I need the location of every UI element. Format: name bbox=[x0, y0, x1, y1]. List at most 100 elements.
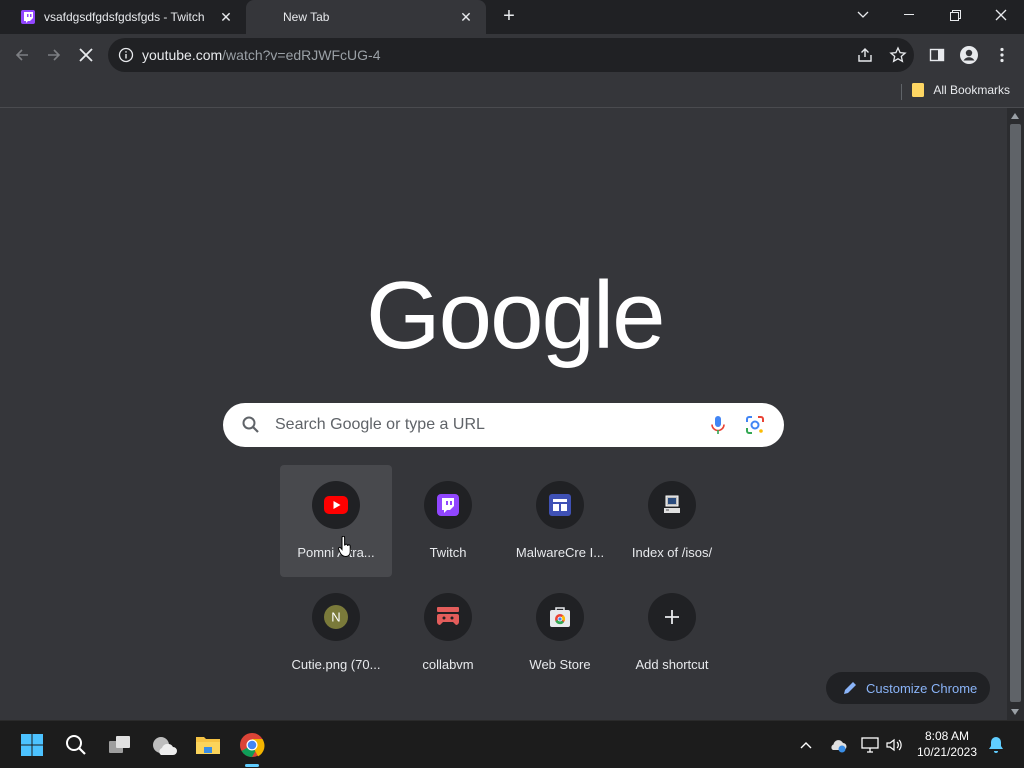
shortcut-tile[interactable]: N Cutie.png (70... bbox=[280, 577, 392, 689]
pencil-icon bbox=[844, 682, 856, 694]
notifications-button[interactable] bbox=[986, 735, 1006, 755]
widgets-button[interactable] bbox=[148, 729, 180, 761]
folder-icon bbox=[912, 83, 925, 97]
shortcut-icon-circle bbox=[648, 593, 696, 641]
bookmark-star-icon[interactable] bbox=[889, 46, 907, 64]
hand-cursor-icon bbox=[338, 536, 351, 558]
start-button[interactable] bbox=[16, 729, 48, 761]
all-bookmarks-label: All Bookmarks bbox=[933, 83, 1010, 97]
shortcut-tile[interactable]: MalwareCre I... bbox=[504, 465, 616, 577]
customize-chrome-button[interactable]: Customize Chrome bbox=[826, 672, 990, 704]
google-lens-icon[interactable] bbox=[744, 414, 766, 436]
search-icon bbox=[66, 735, 86, 755]
share-icon[interactable] bbox=[856, 46, 874, 64]
shortcut-label: Web Store bbox=[529, 657, 591, 672]
search-taskbar-button[interactable] bbox=[60, 729, 92, 761]
collabvm-icon bbox=[437, 607, 459, 625]
plus-icon bbox=[665, 610, 679, 624]
tab-strip: vsafdgsdfgdsfgdsfgds - Twitch ✕ New Tab … bbox=[0, 0, 1024, 34]
scrollbar-thumb[interactable] bbox=[1010, 124, 1021, 702]
onedrive-tray-button[interactable] bbox=[828, 735, 848, 755]
shortcut-icon-circle bbox=[536, 593, 584, 641]
stop-icon bbox=[79, 48, 93, 62]
arrow-left-icon bbox=[15, 49, 28, 61]
file-explorer-button[interactable] bbox=[192, 729, 224, 761]
bookmarks-bar: All Bookmarks bbox=[0, 76, 1024, 108]
shortcut-label: collabvm bbox=[422, 657, 474, 672]
show-hidden-icons-button[interactable] bbox=[796, 735, 816, 755]
address-bar[interactable]: youtube.com/watch?v=edRJWFcUG-4 bbox=[108, 38, 914, 72]
shortcut-icon-circle bbox=[424, 593, 472, 641]
web-store-icon bbox=[550, 607, 570, 627]
restore-button[interactable] bbox=[932, 0, 978, 30]
back-button[interactable] bbox=[8, 41, 36, 69]
cloud-icon bbox=[831, 740, 847, 753]
close-window-button[interactable] bbox=[978, 0, 1024, 30]
shortcut-label: Pomni A tra... bbox=[297, 545, 375, 560]
computer-icon bbox=[664, 495, 680, 513]
scroll-down-icon[interactable] bbox=[1011, 709, 1019, 715]
shortcut-label: Cutie.png (70... bbox=[291, 657, 381, 672]
letter-n-icon: N bbox=[324, 605, 348, 629]
shortcut-icon-circle bbox=[648, 481, 696, 529]
network-tray-button[interactable] bbox=[860, 735, 880, 755]
search-input[interactable] bbox=[275, 413, 695, 437]
side-panel-icon bbox=[929, 48, 945, 62]
shortcut-tile[interactable]: Pomni A tra... bbox=[280, 465, 392, 577]
shortcut-tile[interactable]: Web Store bbox=[504, 577, 616, 689]
menu-button[interactable] bbox=[991, 44, 1013, 66]
forward-button[interactable] bbox=[40, 41, 68, 69]
clock[interactable]: 8:08 AM 10/21/2023 bbox=[912, 728, 982, 760]
shortcut-label: Index of /isos/ bbox=[631, 545, 713, 560]
new-tab-button[interactable]: + bbox=[498, 6, 520, 28]
chevron-up-icon bbox=[800, 742, 812, 749]
profile-button[interactable] bbox=[958, 44, 980, 66]
customize-chrome-label: Customize Chrome bbox=[866, 680, 978, 696]
windows-icon bbox=[21, 734, 43, 756]
add-shortcut-tile[interactable]: Add shortcut bbox=[616, 577, 728, 689]
twitch-icon bbox=[437, 494, 459, 516]
shortcut-label: Add shortcut bbox=[635, 657, 709, 672]
url-text: youtube.com/watch?v=edRJWFcUG-4 bbox=[142, 47, 381, 63]
shortcut-label: MalwareCre I... bbox=[515, 545, 605, 560]
divider bbox=[901, 84, 902, 100]
shortcut-icon-circle bbox=[424, 481, 472, 529]
microphone-icon[interactable] bbox=[707, 414, 729, 436]
minimize-button[interactable] bbox=[886, 0, 932, 30]
twitch-icon bbox=[21, 10, 35, 24]
info-icon[interactable] bbox=[118, 47, 134, 63]
folder-icon bbox=[196, 737, 220, 754]
arrow-right-icon bbox=[48, 49, 61, 61]
shortcut-icon-circle bbox=[536, 481, 584, 529]
search-box[interactable] bbox=[223, 403, 784, 447]
side-panel-button[interactable] bbox=[926, 44, 948, 66]
tab-new-tab[interactable]: New Tab ✕ bbox=[246, 0, 486, 34]
shortcut-tile[interactable]: Twitch bbox=[392, 465, 504, 577]
shortcut-icon-circle bbox=[312, 481, 360, 529]
task-view-button[interactable] bbox=[104, 729, 136, 761]
search-icon bbox=[242, 416, 259, 433]
task-view-icon bbox=[109, 736, 130, 753]
url-domain: youtube.com bbox=[142, 47, 223, 63]
all-bookmarks-button[interactable]: All Bookmarks bbox=[911, 82, 1010, 98]
network-icon bbox=[861, 737, 879, 753]
bell-icon bbox=[989, 737, 1003, 753]
shortcut-tile[interactable]: Index of /isos/ bbox=[616, 465, 728, 577]
shortcut-tile[interactable]: collabvm bbox=[392, 577, 504, 689]
chrome-icon bbox=[240, 733, 265, 757]
clock-date: 10/21/2023 bbox=[916, 745, 978, 759]
kebab-menu-icon bbox=[1000, 47, 1004, 63]
chrome-taskbar-button[interactable] bbox=[236, 729, 268, 767]
close-tab-icon[interactable]: ✕ bbox=[214, 9, 238, 26]
volume-tray-button[interactable] bbox=[884, 735, 904, 755]
letter-n-text: N bbox=[331, 610, 340, 625]
shortcut-icon-circle: N bbox=[312, 593, 360, 641]
speaker-icon bbox=[886, 738, 902, 752]
close-tab-icon[interactable]: ✕ bbox=[454, 9, 478, 26]
tab-twitch[interactable]: vsafdgsdfgdsfgdsfgds - Twitch ✕ bbox=[8, 0, 246, 34]
taskbar: 8:08 AM 10/21/2023 bbox=[0, 720, 1024, 768]
tab-search-button[interactable] bbox=[840, 0, 886, 30]
stop-loading-button[interactable] bbox=[72, 41, 100, 69]
scroll-up-icon[interactable] bbox=[1011, 113, 1019, 119]
scrollbar[interactable] bbox=[1007, 108, 1024, 720]
